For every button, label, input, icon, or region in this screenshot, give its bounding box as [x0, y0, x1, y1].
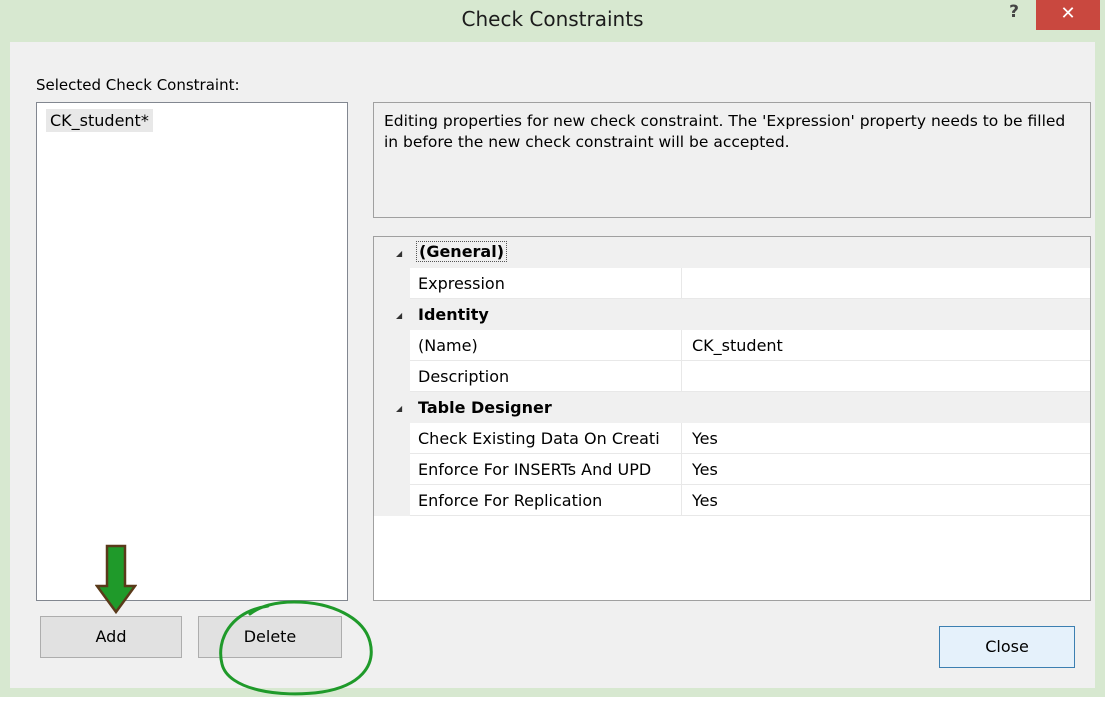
property-value[interactable]: Yes — [692, 460, 718, 479]
property-row-check-existing-data[interactable]: Check Existing Data On Creati Yes — [374, 423, 1090, 454]
property-grid[interactable]: ◢ (General) Expression ◢ Identity (Name)… — [373, 236, 1091, 601]
category-label: Table Designer — [418, 398, 552, 417]
description-panel: Editing properties for new check constra… — [373, 102, 1091, 218]
down-arrow-annotation-icon — [95, 544, 137, 614]
property-name: Check Existing Data On Creati — [418, 429, 660, 448]
highlight-circle-annotation-icon — [219, 600, 373, 696]
close-window-button[interactable]: ✕ — [1036, 0, 1100, 30]
constraint-listbox[interactable]: CK_student* — [36, 102, 348, 601]
property-name: Expression — [418, 274, 505, 293]
selected-check-constraint-label: Selected Check Constraint: — [36, 76, 240, 94]
add-button[interactable]: Add — [40, 616, 182, 658]
check-constraints-dialog: Check Constraints ? ✕ Selected Check Con… — [0, 0, 1105, 697]
category-table-designer[interactable]: ◢ Table Designer — [374, 392, 1090, 423]
property-name: Enforce For INSERTs And UPD — [418, 460, 652, 479]
property-name: (Name) — [418, 336, 478, 355]
help-button[interactable]: ? — [1000, 0, 1028, 26]
list-item[interactable]: CK_student* — [46, 109, 153, 132]
collapse-triangle-icon[interactable]: ◢ — [396, 405, 402, 413]
property-value[interactable]: Yes — [692, 429, 718, 448]
category-identity[interactable]: ◢ Identity — [374, 299, 1090, 330]
title-bar: Check Constraints ? ✕ — [0, 0, 1105, 42]
dialog-client-area: Selected Check Constraint: CK_student* E… — [10, 42, 1095, 696]
collapse-triangle-icon[interactable]: ◢ — [396, 312, 402, 320]
close-button[interactable]: Close — [939, 626, 1075, 668]
property-row-expression[interactable]: Expression — [374, 268, 1090, 299]
description-text: Editing properties for new check constra… — [384, 112, 1066, 151]
property-value[interactable]: CK_student — [692, 336, 783, 355]
property-name: Description — [418, 367, 510, 386]
property-value[interactable]: Yes — [692, 491, 718, 510]
category-general[interactable]: ◢ (General) — [374, 237, 1090, 268]
property-row-enforce-replication[interactable]: Enforce For Replication Yes — [374, 485, 1090, 516]
dialog-title: Check Constraints — [461, 7, 644, 31]
property-row-description[interactable]: Description — [374, 361, 1090, 392]
category-label: Identity — [418, 305, 489, 324]
collapse-triangle-icon[interactable]: ◢ — [396, 250, 402, 258]
property-name: Enforce For Replication — [418, 491, 603, 510]
property-row-name[interactable]: (Name) CK_student — [374, 330, 1090, 361]
category-label: (General) — [416, 241, 508, 262]
property-row-enforce-inserts-updates[interactable]: Enforce For INSERTs And UPD Yes — [374, 454, 1090, 485]
